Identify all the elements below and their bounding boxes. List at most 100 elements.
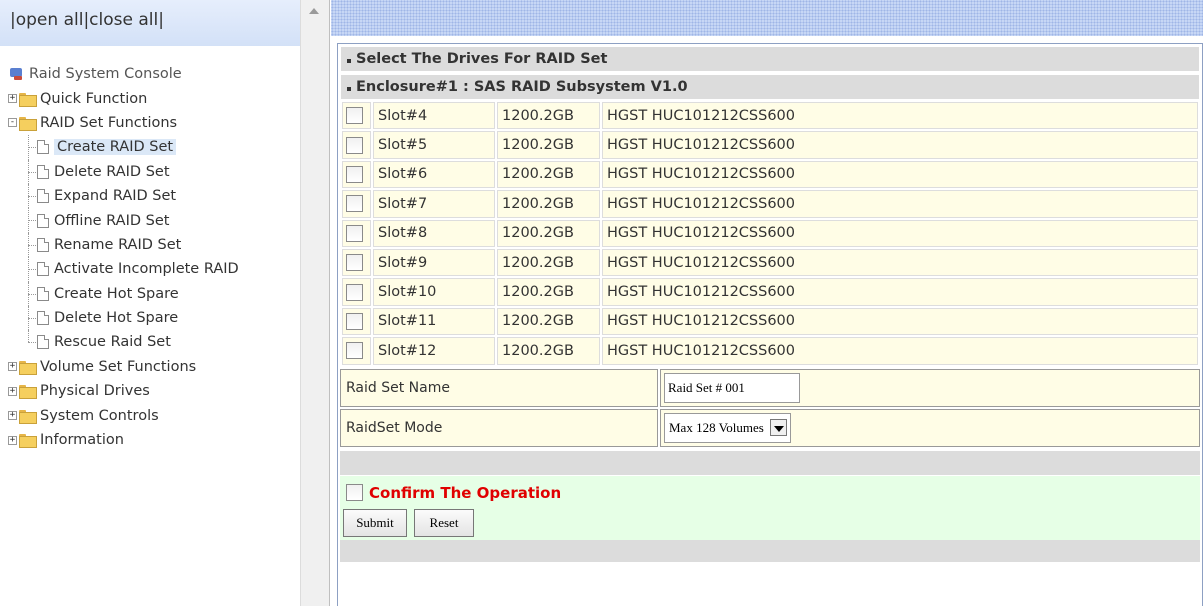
drive-checkbox[interactable]: [346, 254, 363, 272]
top-banner: [331, 0, 1203, 36]
tree-item-create-raid-set[interactable]: Create RAID Set: [8, 135, 300, 160]
expand-icon[interactable]: +: [8, 94, 17, 104]
console-icon: [10, 67, 24, 81]
drive-checkbox[interactable]: [346, 312, 363, 330]
drive-select-cell: [342, 219, 371, 247]
drive-size: 1200.2GB: [497, 102, 600, 130]
tree-item-activate-incomplete-raid[interactable]: Activate Incomplete RAID: [8, 257, 300, 282]
tree-item-delete-raid-set[interactable]: Delete RAID Set: [8, 159, 300, 184]
drive-model: HGST HUC101212CSS600: [602, 248, 1198, 277]
open-all-link[interactable]: open all: [16, 10, 84, 30]
drive-model: HGST HUC101212CSS600: [602, 219, 1198, 247]
enclosure-header: Enclosure#1 : SAS RAID Subsystem V1.0: [340, 74, 1200, 100]
drive-table: Slot#4 1200.2GB HGST HUC101212CSS600 Slot#5…: [340, 100, 1200, 367]
expand-icon[interactable]: +: [8, 435, 17, 445]
tree-group-quick-function[interactable]: + Quick Function: [8, 86, 300, 110]
tree-item-create-hot-spare[interactable]: Create Hot Spare: [8, 281, 300, 306]
tree-item-label: Activate Incomplete RAID: [54, 261, 239, 278]
tree-group-label: Information: [40, 432, 124, 449]
expand-icon[interactable]: +: [8, 386, 17, 396]
scroll-up-icon[interactable]: [309, 8, 319, 14]
drive-model: HGST HUC101212CSS600: [602, 160, 1198, 189]
document-icon: [37, 311, 49, 326]
drive-checkbox[interactable]: [346, 224, 363, 242]
reset-button[interactable]: Reset: [414, 508, 474, 537]
drive-row: Slot#12 1200.2GB HGST HUC101212CSS600: [342, 337, 1198, 365]
raid-set-name-label: Raid Set Name: [340, 368, 658, 407]
tree-group-volume-set-functions[interactable]: + Volume Set Functions: [8, 355, 300, 379]
drive-checkbox[interactable]: [346, 283, 363, 301]
expand-icon[interactable]: +: [8, 411, 17, 421]
drive-size: 1200.2GB: [497, 131, 600, 159]
tree-item-label: Offline RAID Set: [54, 212, 170, 229]
raid-set-name-input[interactable]: Raid Set # 001: [664, 372, 800, 403]
folder-icon: [19, 385, 37, 400]
tree-root[interactable]: Raid System Console: [8, 62, 300, 86]
drive-select-cell: [342, 102, 371, 130]
folder-icon: [19, 360, 37, 375]
confirm-checkbox[interactable]: [346, 484, 363, 502]
tree-group-raid-set-functions[interactable]: - RAID Set Functions: [8, 111, 300, 135]
confirm-row: Confirm The Operation: [346, 484, 561, 502]
drive-row: Slot#6 1200.2GB HGST HUC101212CSS600: [342, 160, 1198, 189]
document-icon: [37, 237, 49, 252]
document-icon: [37, 164, 49, 179]
raid-mode-cell: Max 128 Volumes: [660, 408, 1200, 447]
raid-set-form: Select The Drives For RAID Set Enclosure…: [337, 43, 1203, 606]
raid-mode-row: RaidSet Mode Max 128 Volumes: [340, 408, 1200, 447]
tree-group-information[interactable]: + Information: [8, 428, 300, 452]
submit-button[interactable]: Submit: [343, 508, 407, 537]
close-all-link[interactable]: close all: [89, 10, 158, 30]
drive-slot: Slot#7: [373, 190, 495, 218]
drive-size: 1200.2GB: [497, 307, 600, 336]
tree-group-system-controls[interactable]: + System Controls: [8, 403, 300, 427]
tree-item-label: Rescue Raid Set: [54, 334, 171, 351]
chevron-down-icon[interactable]: [769, 419, 787, 437]
section-title: Select The Drives For RAID Set: [356, 51, 608, 67]
tree-controls: |open all|close all|: [0, 0, 300, 46]
drive-size: 1200.2GB: [497, 160, 600, 189]
enclosure-title: Enclosure#1 : SAS RAID Subsystem V1.0: [356, 79, 688, 95]
folder-icon: [19, 409, 37, 424]
tree-item-delete-hot-spare[interactable]: Delete Hot Spare: [8, 305, 300, 331]
drive-checkbox[interactable]: [346, 165, 363, 183]
drive-size: 1200.2GB: [497, 278, 600, 306]
drive-row: Slot#10 1200.2GB HGST HUC101212CSS600: [342, 278, 1198, 306]
drive-row: Slot#5 1200.2GB HGST HUC101212CSS600: [342, 131, 1198, 159]
tree-group-label: RAID Set Functions: [40, 114, 178, 131]
document-icon: [37, 140, 49, 155]
raid-mode-select[interactable]: Max 128 Volumes: [664, 412, 791, 443]
tree-group-physical-drives[interactable]: + Physical Drives: [8, 379, 300, 403]
drive-slot: Slot#4: [373, 102, 495, 130]
tree-root-label: Raid System Console: [29, 66, 182, 83]
drive-checkbox[interactable]: [346, 107, 363, 125]
drive-row: Slot#4 1200.2GB HGST HUC101212CSS600: [342, 102, 1198, 130]
drive-slot: Slot#6: [373, 160, 495, 189]
document-icon: [37, 213, 49, 228]
bullet-icon: [347, 59, 351, 63]
document-icon: [37, 189, 49, 204]
tree-item-offline-raid-set[interactable]: Offline RAID Set: [8, 208, 300, 233]
confirm-section: Confirm The Operation Submit Reset: [340, 475, 1200, 540]
drive-select-cell: [342, 131, 371, 159]
expand-icon[interactable]: +: [8, 362, 17, 372]
drive-row: Slot#7 1200.2GB HGST HUC101212CSS600: [342, 190, 1198, 218]
drive-checkbox[interactable]: [346, 342, 363, 360]
tree-item-label: Create RAID Set: [54, 139, 177, 156]
drive-checkbox[interactable]: [346, 136, 363, 154]
tree-item-rescue-raid-set[interactable]: Rescue Raid Set: [8, 330, 300, 354]
tree-connector: [28, 330, 29, 343]
drive-size: 1200.2GB: [497, 337, 600, 365]
tree-group-label: Physical Drives: [40, 383, 150, 400]
drive-slot: Slot#12: [373, 337, 495, 365]
tree-item-rename-raid-set[interactable]: Rename RAID Set: [8, 232, 300, 258]
tree-item-expand-raid-set[interactable]: Expand RAID Set: [8, 183, 300, 209]
frame-scrollbar[interactable]: [300, 0, 330, 606]
drive-model: HGST HUC101212CSS600: [602, 278, 1198, 306]
drive-checkbox[interactable]: [346, 195, 363, 213]
navigation-pane: |open all|close all| Raid System Console…: [0, 0, 300, 606]
footer-bar: [340, 539, 1200, 562]
tree-item-label: Create Hot Spare: [54, 285, 179, 302]
collapse-icon[interactable]: -: [8, 118, 17, 128]
drive-model: HGST HUC101212CSS600: [602, 131, 1198, 159]
